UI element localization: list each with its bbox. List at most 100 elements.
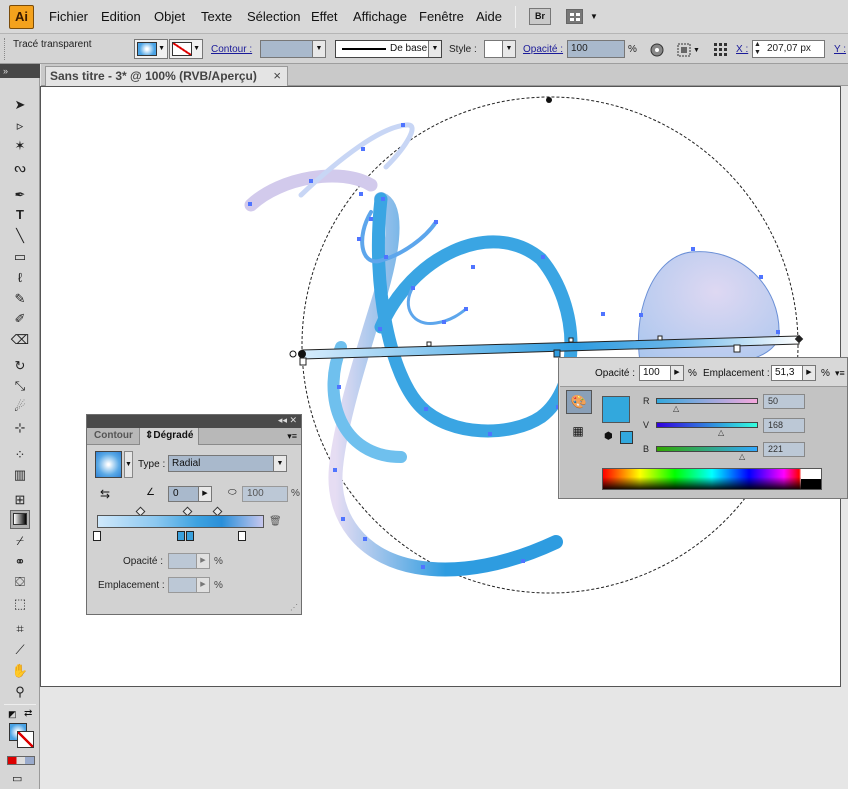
popup-opacity-field[interactable]: 100 ▶ xyxy=(639,365,684,381)
artboard-tool-icon[interactable]: ⌗ xyxy=(10,619,30,638)
chevron-right-icon[interactable]: ▶ xyxy=(196,578,209,592)
tools-panel-header[interactable]: » xyxy=(0,64,40,78)
gradient-midpoint[interactable] xyxy=(568,337,574,343)
green-slider-thumb[interactable]: △ xyxy=(718,428,724,437)
chevron-right-icon[interactable]: ▶ xyxy=(196,554,209,568)
style-dropdown[interactable]: ▼ xyxy=(484,40,516,58)
chevron-down-icon[interactable]: ▼ xyxy=(693,47,700,54)
blend-tool-icon[interactable]: ⚭ xyxy=(10,552,30,571)
menu-aide[interactable]: Aide xyxy=(476,9,502,24)
grip-handle[interactable] xyxy=(4,38,7,60)
stroke-color-icon[interactable] xyxy=(17,731,34,748)
reverse-gradient-icon[interactable]: ⇆ xyxy=(100,487,110,501)
menu-fichier[interactable]: Fichier xyxy=(49,9,88,24)
slice-tool-icon[interactable]: ⟋ xyxy=(10,640,30,659)
color-panel-icon[interactable]: 🎨 xyxy=(566,390,592,414)
gradient-midpoint[interactable] xyxy=(657,335,663,341)
gradient-blob[interactable] xyxy=(637,251,780,368)
chevron-right-icon[interactable]: ▶ xyxy=(198,487,211,501)
gradient-type-select[interactable]: Radial ▼ xyxy=(168,455,287,472)
gradient-stop[interactable] xyxy=(93,531,101,541)
blob-brush-tool-icon[interactable]: ✐ xyxy=(10,309,30,328)
chevron-right-icon[interactable]: ▶ xyxy=(802,366,815,380)
color-mode-icons[interactable] xyxy=(7,756,35,765)
close-icon[interactable]: × xyxy=(273,67,281,85)
warp-tool-icon[interactable]: ☄ xyxy=(10,397,30,416)
resize-grip-icon[interactable]: ⋰ xyxy=(290,603,298,612)
stroke-profile-dropdown[interactable]: De base ▼ xyxy=(335,40,442,58)
y-label[interactable]: Y : xyxy=(834,44,846,55)
chevron-down-icon[interactable]: ▼ xyxy=(124,451,133,478)
gradient-stop[interactable] xyxy=(186,531,194,541)
tab-gradient[interactable]: ⇕Dégradé xyxy=(139,428,200,445)
document-tab[interactable]: Sans titre - 3* @ 100% (RVB/Aperçu) × xyxy=(45,66,288,86)
blue-value-field[interactable]: 221 xyxy=(763,442,805,457)
menu-fenetre[interactable]: Fenêtre xyxy=(419,9,464,24)
opacity-field[interactable]: 100 xyxy=(567,40,625,58)
gradient-origin-ring[interactable] xyxy=(289,350,297,358)
rectangle-tool-icon[interactable]: ▭ xyxy=(10,247,30,266)
red-slider[interactable] xyxy=(656,398,758,404)
stop-location-field[interactable]: ▶ xyxy=(168,577,210,593)
symbol-sprayer-tool-icon[interactable]: ⁘ xyxy=(10,445,30,464)
arrange-documents-icon[interactable] xyxy=(566,9,583,24)
direct-selection-tool-icon[interactable]: ▹ xyxy=(10,116,30,135)
green-slider[interactable] xyxy=(656,422,758,428)
menu-texte[interactable]: Texte xyxy=(201,9,232,24)
menu-affichage[interactable]: Affichage xyxy=(353,9,407,24)
stroke-weight-dropdown[interactable]: ▼ xyxy=(260,40,326,58)
mesh-tool-icon[interactable]: ⊞ xyxy=(10,490,30,509)
panel-menu-icon[interactable]: ▾≡ xyxy=(287,431,297,442)
swap-colors-icon[interactable]: ⇄ xyxy=(24,708,32,719)
collapse-icon[interactable]: » xyxy=(3,66,8,76)
gradient-stop-selected[interactable] xyxy=(553,349,561,358)
gradient-slider[interactable] xyxy=(97,515,264,528)
gradient-stop-start[interactable] xyxy=(299,357,307,366)
reference-point-icon[interactable] xyxy=(713,42,729,58)
chevron-right-icon[interactable]: ▶ xyxy=(670,366,683,380)
bridge-button[interactable]: Br xyxy=(529,8,551,25)
gradient-preview-swatch[interactable] xyxy=(95,451,122,478)
menu-objet[interactable]: Objet xyxy=(154,9,185,24)
aspect-ratio-field[interactable]: 100 xyxy=(242,486,288,502)
popup-location-field[interactable]: 51,3 ▶ xyxy=(771,365,816,381)
live-paint-tool-icon[interactable]: ⛋ xyxy=(10,572,30,591)
color-spectrum[interactable] xyxy=(602,468,822,490)
default-colors-icon[interactable]: ◩ xyxy=(8,709,17,720)
x-label[interactable]: X : xyxy=(736,44,748,55)
delete-stop-icon[interactable]: 🗑 xyxy=(269,516,282,529)
panel-collapse-close-icons[interactable]: ◂◂ ✕ xyxy=(278,415,297,426)
paintbrush-tool-icon[interactable]: ℓ xyxy=(10,268,30,287)
menu-edition[interactable]: Edition xyxy=(101,9,141,24)
stroke-swatch-button[interactable]: ▼ xyxy=(169,39,203,59)
magic-wand-tool-icon[interactable]: ✶ xyxy=(10,136,30,155)
lasso-tool-icon[interactable]: ᔓ xyxy=(10,158,30,177)
selection-tool-icon[interactable]: ➤ xyxy=(10,95,30,114)
chevron-down-icon[interactable]: ▼ xyxy=(590,12,598,21)
radius-handle[interactable] xyxy=(546,97,552,103)
angle-field[interactable]: 0 ▶ xyxy=(168,486,212,502)
tab-stroke[interactable]: Contour xyxy=(89,428,138,445)
red-value-field[interactable]: 50 xyxy=(763,394,805,409)
hand-tool-icon[interactable]: ✋ xyxy=(10,661,30,680)
gradient-stop[interactable] xyxy=(238,531,246,541)
black-white-swatch[interactable] xyxy=(801,469,821,489)
gradient-origin-handle[interactable] xyxy=(298,350,306,358)
fill-swatch-button[interactable]: ▼ xyxy=(134,39,168,59)
x-position-field[interactable]: ▲ ▼ 207,07 px xyxy=(752,40,825,58)
screen-mode-icon[interactable]: ▭ xyxy=(12,772,22,785)
pen-tool-icon[interactable]: ✒ xyxy=(10,185,30,204)
gradient-stop-end[interactable] xyxy=(733,344,741,353)
blue-slider-thumb[interactable]: △ xyxy=(739,452,745,461)
scale-tool-icon[interactable]: ⤡ xyxy=(10,376,30,395)
graph-tool-icon[interactable]: ▥ xyxy=(10,465,30,484)
web-safe-cube-icon[interactable]: ⬢ xyxy=(604,431,613,442)
live-paint-selection-tool-icon[interactable]: ⬚ xyxy=(10,594,30,613)
gradient-stop[interactable] xyxy=(177,531,185,541)
isolate-object-icon[interactable] xyxy=(676,42,692,58)
stop-opacity-field[interactable]: ▶ xyxy=(168,553,210,569)
green-value-field[interactable]: 168 xyxy=(763,418,805,433)
swatches-panel-icon[interactable]: ▦ xyxy=(569,423,587,439)
stepper-icon[interactable]: ▲ ▼ xyxy=(754,41,761,57)
eyedropper-tool-icon[interactable]: ⌿ xyxy=(10,531,30,550)
